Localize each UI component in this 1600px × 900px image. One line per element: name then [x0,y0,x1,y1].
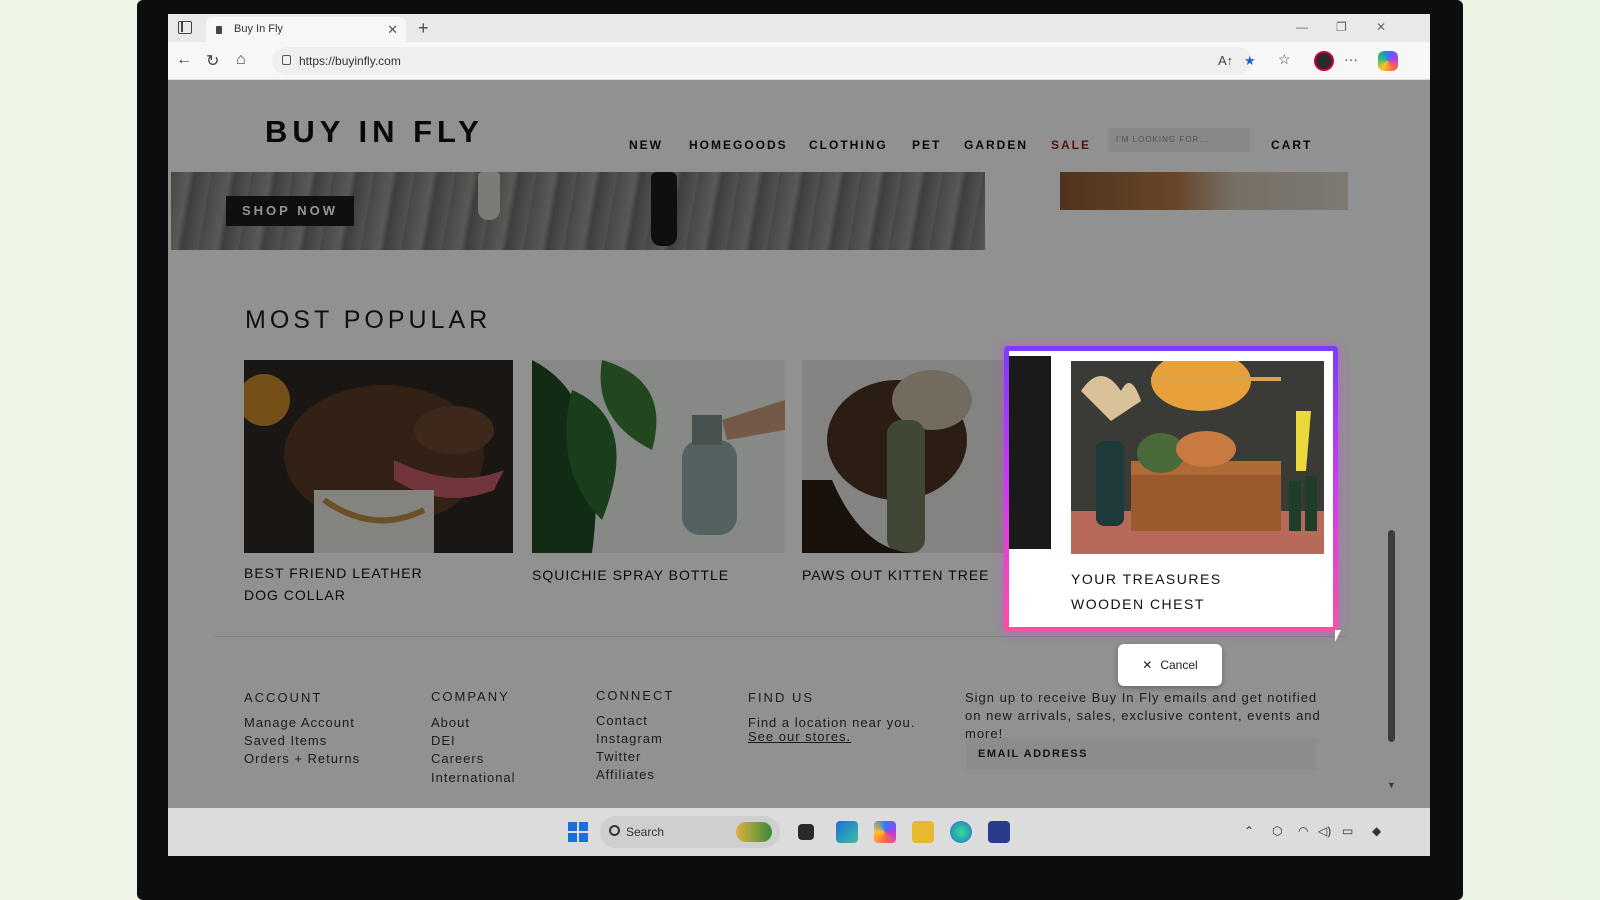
copilot-icon[interactable] [1378,51,1398,71]
cancel-label: Cancel [1160,658,1198,672]
taskbar-search-label: Search [626,825,665,839]
tab-title: Buy In Fly [234,23,283,35]
back-icon[interactable]: ← [176,51,192,69]
selected-product-name[interactable]: YOUR TREASURES WOODEN CHEST [1071,567,1291,617]
search-icon [609,825,620,836]
battery-icon[interactable]: ▭ [1342,824,1353,838]
volume-icon[interactable]: ◁) [1318,824,1331,838]
read-aloud-icon[interactable]: A↑ [1218,53,1233,68]
taskbar-search[interactable]: Search [600,816,780,848]
url-text: https://buyinfly.com [299,54,401,68]
product-image-edge [1009,356,1051,549]
store-icon[interactable] [988,821,1010,843]
favorites-icon[interactable]: ☆ [1278,51,1291,68]
taskbar: Search ⌃ ⬡ ◠ ◁) ▭ ◆ [168,808,1430,856]
browser-tab[interactable]: Buy In Fly ✕ [206,17,406,42]
notification-bell-icon[interactable]: ◆ [1372,824,1381,838]
mouse-cursor-icon [1335,630,1341,642]
close-tab-icon[interactable]: ✕ [387,17,398,42]
tab-bar: Buy In Fly ✕ + — ❐ ✕ [168,14,1430,42]
edge-browser-icon[interactable] [950,821,972,843]
search-highlight-icon [736,822,772,842]
start-icon[interactable] [568,822,588,842]
tab-actions-icon[interactable] [178,21,192,34]
product-image-wooden-chest[interactable] [1071,361,1324,554]
file-explorer-icon[interactable] [912,821,934,843]
task-view-icon[interactable] [798,824,814,840]
favicon-icon [216,26,222,34]
wifi-icon[interactable]: ◠ [1298,824,1308,838]
widgets-icon[interactable] [836,821,858,843]
profile-avatar[interactable] [1314,51,1334,71]
address-bar-row: ← ↻ ⌂ https://buyinfly.com A↑ ★ ☆ ··· [168,42,1430,80]
refresh-icon[interactable]: ↻ [206,51,219,71]
minimize-icon[interactable]: — [1296,20,1308,34]
restore-icon[interactable]: ❐ [1336,20,1347,34]
close-window-icon[interactable]: ✕ [1376,20,1386,34]
home-icon[interactable]: ⌂ [236,51,246,69]
favorite-star-icon[interactable]: ★ [1244,53,1256,69]
more-options-icon[interactable]: ··· [1344,51,1358,67]
lock-icon [282,55,291,65]
cancel-button[interactable]: ✕ Cancel [1118,644,1222,686]
webpage: BUY IN FLY NEW HOMEGOODS CLOTHING PET GA… [168,80,1430,822]
new-tab-icon[interactable]: + [418,17,429,39]
selected-product-card[interactable]: YOUR TREASURES WOODEN CHEST [1004,346,1338,632]
url-field[interactable]: https://buyinfly.com A↑ ★ [272,47,1256,75]
copilot-app-icon[interactable] [874,821,896,843]
security-icon[interactable]: ⬡ [1272,824,1282,838]
close-icon: ✕ [1142,658,1153,672]
screen: Buy In Fly ✕ + — ❐ ✕ ← ↻ ⌂ https://buyin… [168,14,1430,856]
tray-chevron-icon[interactable]: ⌃ [1244,824,1254,838]
